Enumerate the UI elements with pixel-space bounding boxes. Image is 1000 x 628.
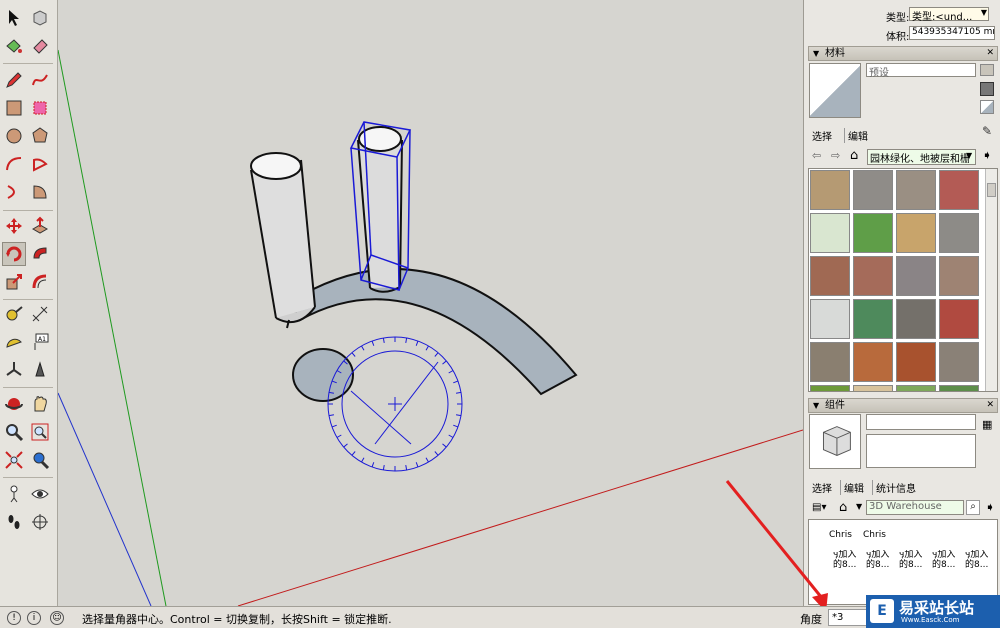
watermark-title: 易采站长站 <box>899 599 975 617</box>
measurement-label: 角度 <box>800 613 822 626</box>
sketchup-window: A1 类型: 类型:<und... ▼ 体积: 543935347105 m ▼… <box>0 0 1000 628</box>
status-bar: ! i ☺ 选择量角器中心。Control = 切换复制，长按Shift = 锁… <box>0 606 1000 628</box>
credits-icon[interactable]: i <box>27 611 41 625</box>
annotation-arrow <box>725 480 828 612</box>
geo-location-icon[interactable]: ! <box>7 611 21 625</box>
measurement-input[interactable]: *3 <box>828 609 868 626</box>
watermark-subtitle: Www.Easck.Com <box>901 616 960 624</box>
status-hint: 选择量角器中心。Control = 切换复制，长按Shift = 锁定推断. <box>82 613 392 626</box>
user-icon[interactable]: ☺ <box>50 611 64 625</box>
watermark-logo: E <box>870 599 894 623</box>
site-watermark: E 易采站长站 Www.Easck.Com <box>866 595 1000 628</box>
